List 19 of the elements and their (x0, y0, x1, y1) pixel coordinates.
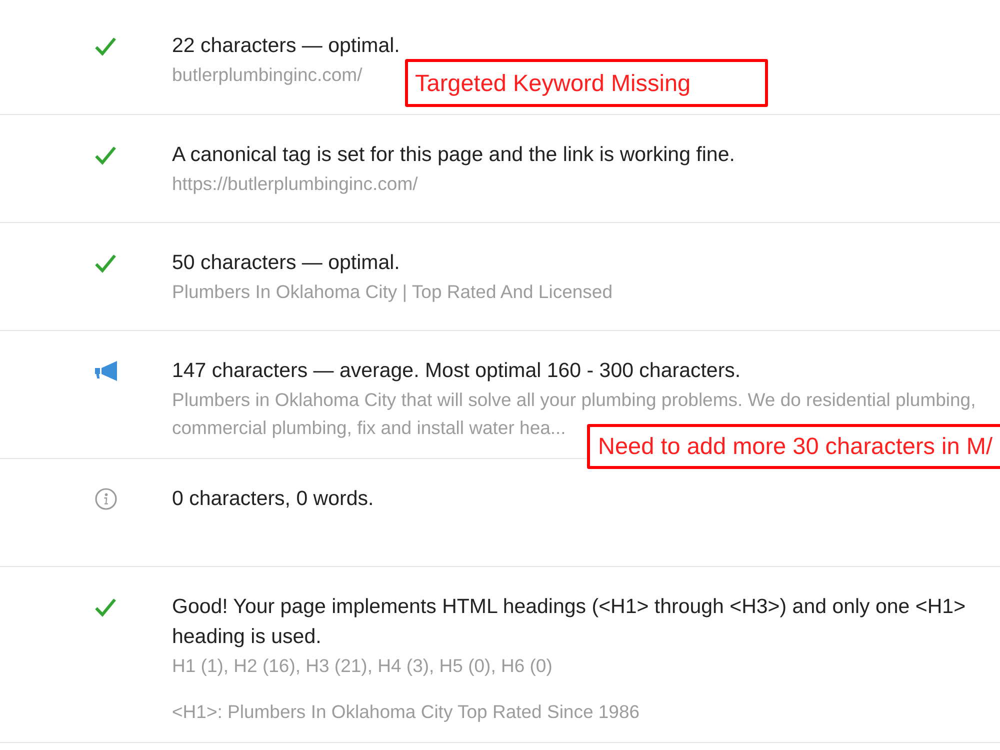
check-icon (95, 254, 116, 272)
result-detail: butlerplumbinginc.com/ (172, 63, 362, 87)
info-icon (95, 488, 117, 510)
result-detail: H1 (1), H2 (16), H3 (21), H4 (3), H5 (0), H6 (0) (172, 654, 552, 678)
check-icon (95, 36, 116, 56)
result-message: 50 characters — optimal. (172, 250, 400, 276)
result-detail: <H1>: Plumbers In Oklahoma City Top Rated Since 1986 (172, 700, 640, 724)
result-detail: https://butlerplumbinginc.com/ (172, 172, 418, 196)
result-message: A canonical tag is set for this page and the link is working fine. (172, 142, 735, 168)
result-message: Good! Your page implements HTML headings (<H1> through <H3>) and only one <H1> heading is used. (172, 594, 967, 650)
check-icon (95, 146, 116, 164)
result-message: 0 characters, 0 words. (172, 486, 374, 512)
megaphone-icon (95, 361, 117, 381)
result-message: 147 characters — average. Most optimal 160 - 300 characters. (172, 358, 741, 384)
annotation-callout: Targeted Keyword Missing (405, 59, 768, 107)
annotation-callout: Need to add more 30 characters in M/ (587, 424, 1000, 469)
check-icon (95, 598, 116, 616)
result-message: 22 characters — optimal. (172, 33, 400, 59)
result-detail: Plumbers In Oklahoma City | Top Rated And Licensed (172, 280, 612, 304)
